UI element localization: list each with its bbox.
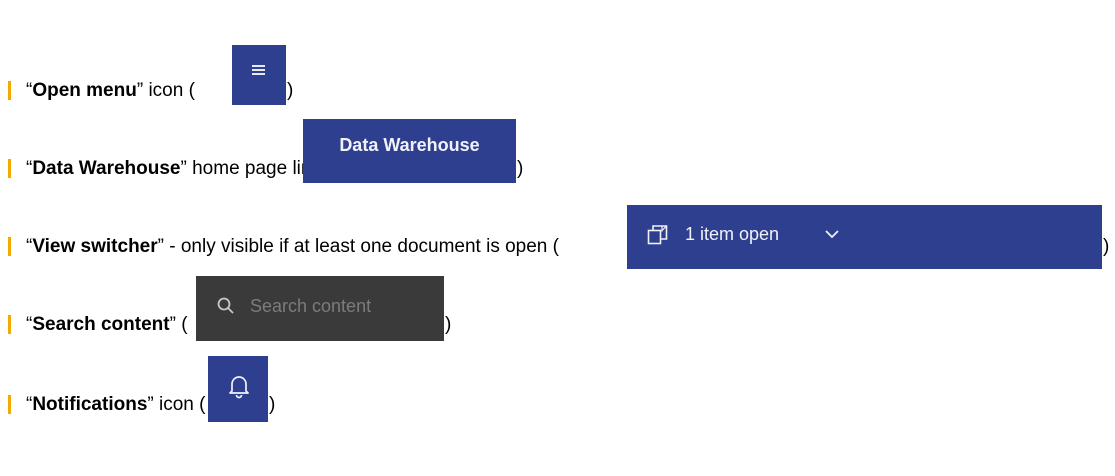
item-text: “View switcher” - only visible if at lea… (26, 236, 559, 257)
chevron-down-icon (825, 230, 839, 239)
item-name: Notifications (32, 394, 148, 415)
search-icon (217, 297, 234, 314)
bell-icon (229, 376, 249, 399)
item-name: Search content (32, 314, 170, 335)
item-name: Data Warehouse (32, 158, 181, 179)
item-name: View switcher (32, 236, 158, 257)
search-placeholder: Search content (250, 296, 372, 316)
bullet-marker (8, 315, 11, 334)
bullet-marker (8, 81, 11, 100)
data-warehouse-link-label: Data Warehouse (339, 135, 480, 155)
bullet-marker (8, 237, 11, 256)
bullet-marker (8, 395, 11, 414)
item-text: “Open menu” icon ( (26, 80, 195, 101)
notifications-thumbnail (208, 356, 268, 422)
open-menu-thumbnail (232, 45, 286, 105)
item-name: Open menu (32, 80, 137, 101)
bullet-marker (8, 159, 11, 178)
view-switcher-label: 1 item open (685, 224, 780, 244)
item-text: “Search content” ( (26, 314, 188, 335)
view-switcher-thumbnail: 1 item open (627, 205, 1102, 269)
search-content-thumbnail: Search content (196, 276, 444, 341)
hamburger-menu-icon (252, 65, 265, 77)
data-warehouse-thumbnail: Data Warehouse (303, 119, 516, 183)
view-switcher-icon (647, 225, 668, 245)
item-text: “Notifications” icon ( (26, 394, 206, 415)
item-text: “Data Warehouse” home page link ( (26, 158, 333, 179)
